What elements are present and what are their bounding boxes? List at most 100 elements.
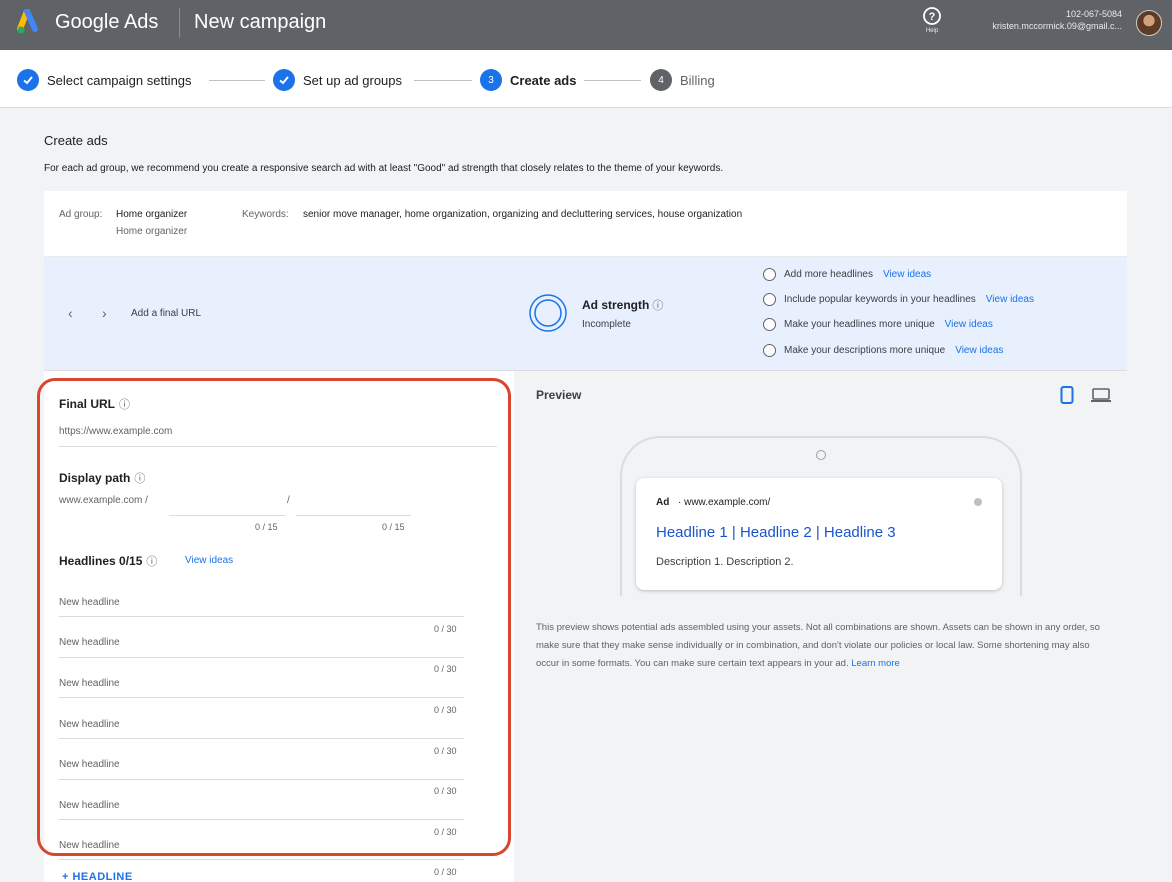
laptop-icon[interactable] <box>1090 387 1112 403</box>
help-circle-icon[interactable]: ⓘ <box>134 473 145 485</box>
headline-counter: 0 / 30 <box>434 786 457 796</box>
view-ideas-link[interactable]: View ideas <box>883 269 931 280</box>
ad-strength-label: Ad strength <box>582 298 650 312</box>
step-select-campaign-settings[interactable]: Select campaign settings <box>17 68 192 92</box>
headline-underline <box>59 697 464 698</box>
help-circle-icon[interactable]: ⓘ <box>652 300 663 312</box>
step-label: Select campaign settings <box>47 72 192 88</box>
view-ideas-link[interactable]: View ideas <box>955 345 1003 356</box>
ad-headline: Headline 1 | Headline 2 | Headline 3 <box>656 524 896 541</box>
mobile-device-icon[interactable] <box>1060 386 1074 404</box>
add-headline-button[interactable]: + HEADLINE <box>62 871 133 882</box>
suggestion-text: Add more headlines <box>784 269 873 280</box>
header-divider <box>179 8 180 38</box>
headline-input[interactable]: New headline <box>59 759 120 770</box>
help-label: Help <box>925 28 939 34</box>
suggestion-item[interactable]: Make your headlines more unique View ide… <box>763 318 993 331</box>
section-heading: Create ads <box>44 133 108 148</box>
headline-underline <box>59 738 464 739</box>
brand-name: Google Ads <box>55 11 159 33</box>
help-circle-icon[interactable]: ⓘ <box>146 556 157 568</box>
avatar[interactable] <box>1136 10 1162 36</box>
account-email[interactable]: kristen.mccormick.09@gmail.c... <box>992 21 1122 31</box>
ad-group-name-secondary: Home organizer <box>116 226 188 237</box>
step-label: Billing <box>680 72 715 88</box>
headline-counter: 0 / 30 <box>434 827 457 837</box>
headline-underline <box>59 859 464 860</box>
headline-input[interactable]: New headline <box>59 597 120 608</box>
help-circle-icon[interactable]: ⓘ <box>119 399 130 411</box>
headline-counter: 0 / 30 <box>434 705 457 715</box>
path1-input[interactable] <box>169 515 286 516</box>
headline-underline <box>59 819 464 820</box>
phone-camera <box>816 450 826 460</box>
final-url-label-text: Final URL <box>59 397 115 411</box>
check-icon <box>273 69 295 91</box>
suggestion-text: Make your headlines more unique <box>784 319 935 330</box>
ad-strength-ring-icon <box>529 294 567 332</box>
headline-counter: 0 / 30 <box>434 746 457 756</box>
account-id[interactable]: 102-067-5084 <box>1066 9 1122 19</box>
ad-description: Description 1. Description 2. <box>656 556 794 568</box>
section-subheading: For each ad group, we recommend you crea… <box>44 163 724 174</box>
display-path-prefix: www.example.com / <box>59 495 148 506</box>
ad-group-row: Ad group: Home organizer Home organizer … <box>44 191 1127 257</box>
radio-circle-icon <box>763 318 776 331</box>
ad-editor-card: Ad group: Home organizer Home organizer … <box>44 191 1127 882</box>
suggestion-text: Make your descriptions more unique <box>784 345 946 356</box>
headlines-view-ideas-link[interactable]: View ideas <box>185 555 233 566</box>
final-url-hint: Add a final URL <box>131 308 202 319</box>
suggestion-item[interactable]: Add more headlines View ideas <box>763 268 931 281</box>
ad-badge: Ad <box>656 497 670 508</box>
headline-underline <box>59 616 464 617</box>
view-ideas-link[interactable]: View ideas <box>945 319 993 330</box>
chevron-right-icon[interactable]: › <box>102 305 107 321</box>
path2-input[interactable] <box>296 515 411 516</box>
svg-text:?: ? <box>929 11 936 23</box>
headline-underline <box>59 657 464 658</box>
google-ads-logo-icon[interactable] <box>17 9 45 35</box>
info-dot-icon <box>974 498 982 506</box>
headline-underline <box>59 779 464 780</box>
keywords-list: senior move manager, home organization, … <box>303 209 743 220</box>
chevron-left-icon[interactable]: ‹ <box>68 305 73 321</box>
headlines-label: Headlines 0/15 ⓘ <box>59 553 157 569</box>
top-bar: Google Ads New campaign ? Help 102-067-5… <box>0 0 1172 50</box>
step-number-4: 4 <box>650 69 672 91</box>
suggestion-item[interactable]: Include popular keywords in your headlin… <box>763 293 1034 306</box>
check-icon <box>17 69 39 91</box>
page-title: New campaign <box>194 11 327 33</box>
radio-circle-icon <box>763 293 776 306</box>
display-path-label: Display path ⓘ <box>59 470 145 486</box>
suggestion-item[interactable]: Make your descriptions more unique View … <box>763 344 1003 357</box>
headline-counter: 0 / 30 <box>434 664 457 674</box>
headline-input[interactable]: New headline <box>59 678 120 689</box>
headline-input[interactable]: New headline <box>59 800 120 811</box>
learn-more-link[interactable]: Learn more <box>851 658 900 669</box>
ad-preview-card: Ad · www.example.com/ Headline 1 | Headl… <box>636 478 1002 590</box>
view-ideas-link[interactable]: View ideas <box>986 294 1034 305</box>
final-url-input[interactable]: https://www.example.com <box>59 426 172 437</box>
ad-strength-title: Ad strength ⓘ <box>582 297 663 313</box>
preview-note-text: This preview shows potential ads assembl… <box>536 622 1100 669</box>
step-label: Set up ad groups <box>303 72 403 88</box>
step-connector <box>584 80 641 81</box>
headline-input[interactable]: New headline <box>59 637 120 648</box>
help-button[interactable]: ? Help <box>920 6 944 34</box>
step-connector <box>414 80 472 81</box>
campaign-stepper: Select campaign settings Set up ad group… <box>0 50 1172 108</box>
final-url-label: Final URL ⓘ <box>59 396 130 412</box>
step-set-up-ad-groups[interactable]: Set up ad groups <box>273 68 402 92</box>
step-connector <box>209 80 265 81</box>
preview-panel: Preview Ad · www.example.com/ Headline 1… <box>514 371 1127 882</box>
step-create-ads[interactable]: 3 Create ads <box>480 68 576 92</box>
path-separator: / <box>287 495 290 506</box>
radio-circle-icon <box>763 344 776 357</box>
step-billing[interactable]: 4 Billing <box>650 68 715 92</box>
preview-note: This preview shows potential ads assembl… <box>536 619 1106 673</box>
headline-counter: 0 / 30 <box>434 867 457 877</box>
headline-input[interactable]: New headline <box>59 719 120 730</box>
headline-input[interactable]: New headline <box>59 840 120 851</box>
ad-group-name: Home organizer <box>116 209 188 220</box>
help-icon: ? <box>923 7 941 25</box>
